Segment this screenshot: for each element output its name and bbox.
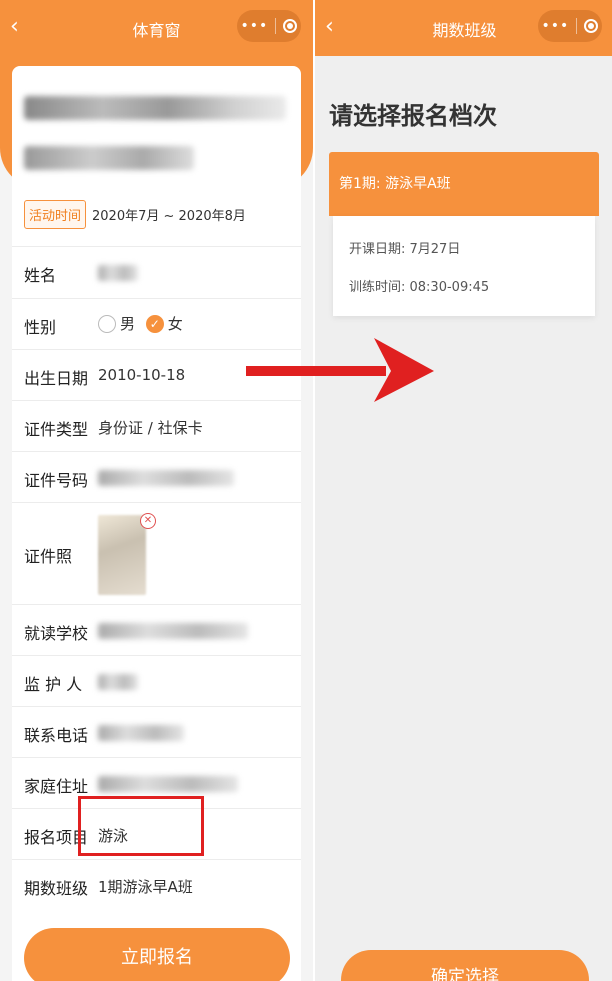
- nav-bar-right: ‹ 期数班级 •••: [315, 0, 612, 56]
- more-dots-icon[interactable]: •••: [241, 18, 269, 34]
- more-dots-icon[interactable]: •••: [542, 18, 570, 34]
- field-id-number[interactable]: 证件号码: [12, 451, 301, 503]
- mini-program-capsule-right: •••: [538, 10, 602, 42]
- class-highlight-box: [78, 796, 204, 856]
- close-circle-icon[interactable]: [283, 19, 298, 33]
- nav-bar: ‹ 体育窗 •••: [0, 0, 313, 56]
- field-guardian[interactable]: 监 护 人: [12, 655, 301, 707]
- birth-value: 2010-10-18: [98, 366, 186, 384]
- gender-label: 性别: [24, 318, 57, 337]
- activity-time-range: 2020年7月 ~ 2020年8月: [92, 209, 246, 224]
- address-value-blurred: [98, 776, 238, 792]
- id-number-label: 证件号码: [24, 471, 89, 490]
- field-phone[interactable]: 联系电话: [12, 706, 301, 758]
- school-label: 就读学校: [24, 624, 89, 643]
- remove-photo-icon[interactable]: ✕: [140, 513, 156, 529]
- gender-male-radio[interactable]: [98, 314, 116, 333]
- option-title: 第1期: 游泳早A班: [329, 152, 599, 216]
- blurred-event-title: [24, 96, 286, 120]
- field-school[interactable]: 就读学校: [12, 604, 301, 656]
- field-id-type[interactable]: 证件类型 身份证 / 社保卡: [12, 400, 301, 452]
- option-details: 开课日期: 7月27日 训练时间: 08:30-09:45: [333, 216, 595, 316]
- gender-female-radio[interactable]: ✓: [145, 314, 164, 333]
- id-photo-thumbnail[interactable]: [98, 515, 146, 595]
- confirm-select-button[interactable]: 确定选择: [341, 950, 589, 981]
- gender-female-label: 女: [167, 315, 183, 333]
- field-name[interactable]: 姓名: [12, 246, 301, 299]
- red-arrow-icon: [246, 338, 434, 402]
- class-value: 1期游泳早A班: [98, 878, 193, 896]
- gender-options: 男 ✓ 女: [98, 313, 189, 334]
- id-number-value-blurred: [98, 470, 234, 486]
- field-class[interactable]: 期数班级 1期游泳早A班: [12, 859, 301, 911]
- register-now-button[interactable]: 立即报名: [24, 928, 290, 981]
- id-type-label: 证件类型: [24, 420, 89, 439]
- gender-male-label: 男: [120, 315, 136, 333]
- guardian-label: 监 护 人: [24, 675, 83, 694]
- birth-label: 出生日期: [24, 369, 89, 388]
- phone-label: 联系电话: [24, 726, 89, 745]
- class-option-card[interactable]: 第1期: 游泳早A班 开课日期: 7月27日 训练时间: 08:30-09:45: [329, 152, 599, 318]
- blurred-event-title-line2: [24, 146, 194, 170]
- capsule-divider: [275, 18, 277, 34]
- activity-time-tag: 活动时间: [24, 200, 87, 229]
- arrow-shaft: [246, 366, 386, 376]
- name-value-blurred: [98, 265, 138, 281]
- option-train-time: 训练时间: 08:30-09:45: [349, 280, 490, 295]
- class-label: 期数班级: [24, 879, 89, 898]
- page-heading: 请选择报名档次: [329, 102, 497, 130]
- guardian-value-blurred: [98, 674, 138, 690]
- left-screen: ‹ 体育窗 ••• 活动时间 2020年7月 ~ 2020年8月 姓名 性别 男…: [0, 0, 313, 981]
- right-screen: ‹ 期数班级 ••• 请选择报名档次 第1期: 游泳早A班 开课日期: 7月27…: [313, 0, 612, 981]
- id-photo-label: 证件照: [24, 547, 73, 566]
- address-label: 家庭住址: [24, 777, 89, 796]
- name-label: 姓名: [24, 266, 57, 285]
- field-id-photo: 证件照 ✕: [12, 502, 301, 605]
- mini-program-capsule: •••: [237, 10, 301, 42]
- school-value-blurred: [98, 623, 248, 639]
- id-type-value: 身份证 / 社保卡: [98, 419, 203, 437]
- close-circle-icon[interactable]: [584, 19, 599, 33]
- activity-time: 活动时间 2020年7月 ~ 2020年8月: [24, 200, 246, 229]
- capsule-divider: [576, 18, 578, 34]
- phone-value-blurred: [98, 725, 184, 741]
- option-start-date: 开课日期: 7月27日: [349, 242, 461, 257]
